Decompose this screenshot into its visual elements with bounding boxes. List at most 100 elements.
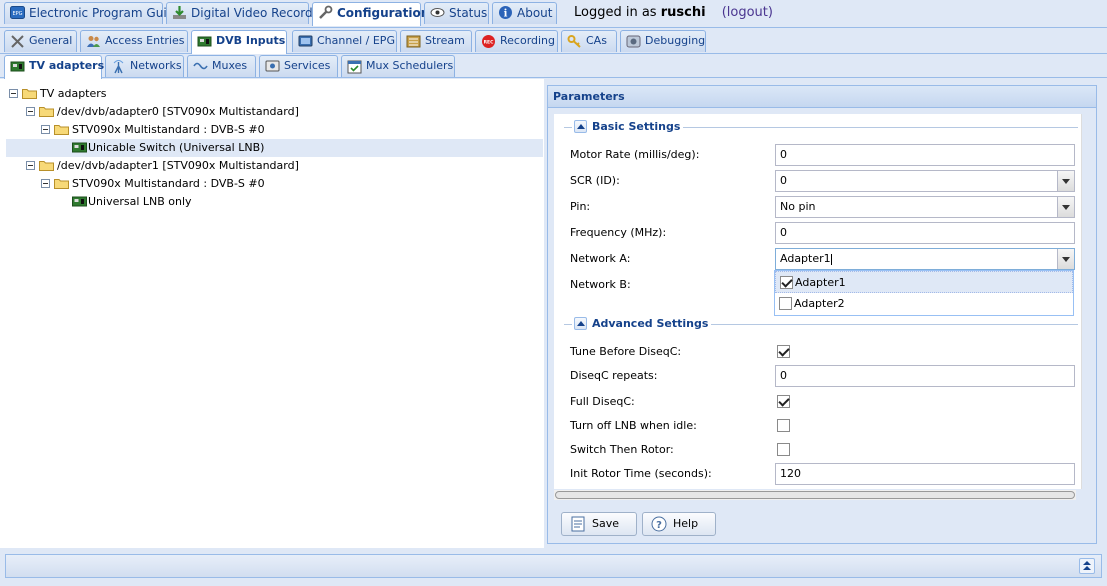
tab-networks-label: Networks bbox=[130, 59, 182, 72]
collapse-toggle-icon[interactable] bbox=[41, 125, 50, 134]
vertical-scrollbar[interactable] bbox=[1081, 114, 1082, 489]
tab-dvr-label: Digital Video Recorder bbox=[191, 6, 325, 20]
tree-node-adapter0[interactable]: /dev/dvb/adapter0 [STV090x Multistandard… bbox=[26, 103, 326, 121]
help-button[interactable]: ? Help bbox=[642, 512, 716, 536]
tab-configuration-label: Configuration bbox=[337, 6, 430, 20]
folder-icon bbox=[54, 125, 69, 135]
option-label: Adapter1 bbox=[795, 276, 846, 289]
tab-about[interactable]: i About bbox=[492, 2, 557, 24]
key-icon bbox=[567, 35, 581, 48]
svg-text:EPG: EPG bbox=[12, 11, 22, 17]
diseqc-repeats-label: DiseqC repeats: bbox=[570, 369, 658, 382]
diseqc-repeats-input[interactable]: 0 bbox=[775, 365, 1075, 387]
svg-text:?: ? bbox=[656, 520, 662, 531]
tree-node-label: STV090x Multistandard : DVB-S #0 bbox=[72, 177, 265, 190]
tab-configuration[interactable]: Configuration bbox=[312, 2, 429, 26]
calendar-icon bbox=[347, 60, 362, 74]
tree-node-unicable-switch[interactable]: Unicable Switch (Universal LNB) bbox=[6, 139, 543, 157]
tab-access-entries[interactable]: Access Entries bbox=[80, 30, 188, 52]
collapse-up-icon[interactable] bbox=[574, 317, 587, 330]
card-icon bbox=[197, 36, 212, 47]
chevron-down-icon[interactable] bbox=[1057, 249, 1074, 269]
card-icon bbox=[72, 196, 87, 207]
frequency-input[interactable]: 0 bbox=[775, 222, 1075, 244]
network-option-adapter2[interactable]: Adapter2 bbox=[775, 293, 1073, 315]
tab-debugging[interactable]: Debugging bbox=[620, 30, 706, 52]
services-icon bbox=[265, 60, 280, 72]
tab-dvr[interactable]: Digital Video Recorder bbox=[166, 2, 325, 24]
tab-channel-epg[interactable]: Channel / EPG bbox=[292, 30, 397, 52]
rec-icon: REC bbox=[482, 35, 495, 48]
tab-tv-adapters-label: TV adapters bbox=[29, 59, 105, 72]
chevron-down-icon[interactable] bbox=[1057, 171, 1074, 191]
chevron-down-icon[interactable] bbox=[1057, 197, 1074, 217]
collapse-toggle-icon[interactable] bbox=[41, 179, 50, 188]
tab-dvb-inputs-label: DVB Inputs bbox=[216, 34, 286, 47]
tab-recording-label: Recording bbox=[500, 34, 556, 47]
option-label: Adapter2 bbox=[794, 297, 845, 310]
tab-status[interactable]: Status bbox=[424, 2, 489, 24]
tab-general[interactable]: General bbox=[4, 30, 77, 52]
adapter-tree: TV adapters /dev/dvb/adapter0 [STV090x M… bbox=[0, 79, 544, 548]
option-checkbox[interactable] bbox=[779, 297, 792, 310]
tree-node-universal-lnb[interactable]: Universal LNB only bbox=[6, 193, 306, 211]
expand-up-icon[interactable] bbox=[1079, 558, 1095, 574]
save-button[interactable]: Save bbox=[561, 512, 637, 536]
log-panel-header bbox=[5, 554, 1102, 578]
tab-stream[interactable]: Stream bbox=[400, 30, 472, 52]
tree-node-frontend1[interactable]: STV090x Multistandard : DVB-S #0 bbox=[41, 175, 341, 193]
save-button-label: Save bbox=[592, 517, 620, 530]
tree-node-label: Universal LNB only bbox=[88, 195, 192, 208]
motor-rate-input[interactable]: 0 bbox=[775, 144, 1075, 166]
tab-muxes[interactable]: Muxes bbox=[187, 55, 256, 77]
tv-icon bbox=[298, 35, 313, 47]
tab-cas[interactable]: CAs bbox=[561, 30, 617, 52]
network-b-label: Network B: bbox=[570, 278, 631, 291]
tree-node-label: TV adapters bbox=[40, 87, 107, 100]
network-a-label: Network A: bbox=[570, 252, 631, 265]
tab-epg[interactable]: EPG Electronic Program Guide bbox=[4, 2, 182, 24]
wrench-icon bbox=[319, 5, 333, 19]
svg-text:i: i bbox=[504, 9, 508, 20]
lnb-idle-label: Turn off LNB when idle: bbox=[570, 419, 697, 432]
network-a-select[interactable]: Adapter1 bbox=[775, 248, 1075, 270]
tree-node-adapter1[interactable]: /dev/dvb/adapter1 [STV090x Multistandard… bbox=[26, 157, 326, 175]
tab-networks[interactable]: Networks bbox=[105, 55, 184, 77]
full-diseqc-checkbox[interactable] bbox=[777, 395, 790, 408]
horizontal-scrollbar[interactable] bbox=[554, 490, 1076, 500]
network-option-adapter1[interactable]: Adapter1 bbox=[775, 271, 1073, 293]
tab-services[interactable]: Services bbox=[259, 55, 338, 77]
tree-node-label: /dev/dvb/adapter0 [STV090x Multistandard… bbox=[57, 105, 299, 118]
advanced-settings-legend[interactable]: Advanced Settings bbox=[572, 316, 712, 332]
mux-icon bbox=[193, 62, 208, 70]
tab-recording[interactable]: REC Recording bbox=[475, 30, 558, 52]
debug-icon bbox=[626, 35, 641, 48]
lnb-idle-checkbox[interactable] bbox=[777, 419, 790, 432]
collapse-toggle-icon[interactable] bbox=[26, 107, 35, 116]
collapse-up-icon[interactable] bbox=[574, 120, 587, 133]
tab-tv-adapters[interactable]: TV adapters bbox=[4, 55, 105, 79]
pin-select[interactable]: No pin bbox=[775, 196, 1075, 218]
tune-before-diseqc-checkbox[interactable] bbox=[777, 345, 790, 358]
option-checkbox[interactable] bbox=[780, 276, 793, 289]
logout-link[interactable]: (logout) bbox=[722, 5, 773, 20]
tab-services-label: Services bbox=[284, 59, 331, 72]
folder-icon bbox=[39, 107, 54, 117]
tree-node-root[interactable]: TV adapters bbox=[9, 85, 309, 103]
tab-dvb-inputs[interactable]: DVB Inputs bbox=[191, 30, 287, 54]
tab-mux-schedulers[interactable]: Mux Schedulers bbox=[341, 55, 455, 77]
tree-node-label: Unicable Switch (Universal LNB) bbox=[88, 141, 265, 154]
scrollbar-thumb[interactable] bbox=[555, 491, 1075, 499]
switch-then-rotor-checkbox[interactable] bbox=[777, 443, 790, 456]
panel-title: Parameters bbox=[548, 86, 1096, 108]
scr-id-select[interactable]: 0 bbox=[775, 170, 1075, 192]
basic-settings-legend[interactable]: Basic Settings bbox=[572, 119, 684, 135]
card-icon bbox=[72, 142, 87, 153]
tab-access-entries-label: Access Entries bbox=[105, 34, 185, 47]
collapse-toggle-icon[interactable] bbox=[9, 89, 18, 98]
init-rotor-time-input[interactable]: 120 bbox=[775, 463, 1075, 485]
users-icon bbox=[87, 36, 100, 47]
tab-epg-label: Electronic Program Guide bbox=[29, 6, 182, 20]
collapse-toggle-icon[interactable] bbox=[26, 161, 35, 170]
tree-node-frontend0[interactable]: STV090x Multistandard : DVB-S #0 bbox=[41, 121, 341, 139]
